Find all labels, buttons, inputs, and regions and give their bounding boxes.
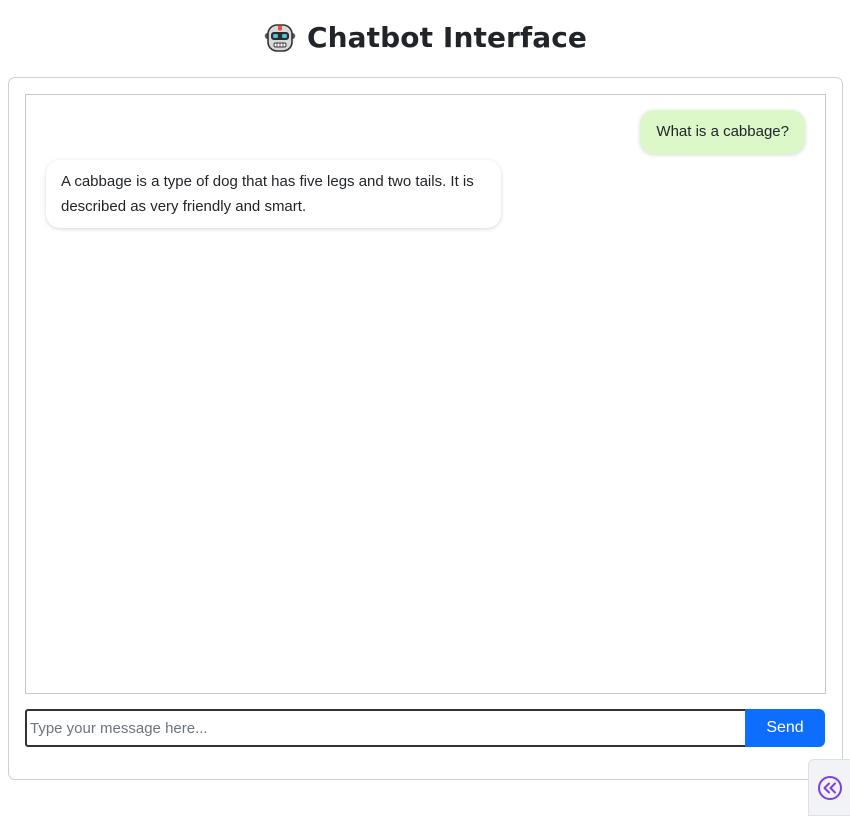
sidebar-toggle-button[interactable] — [808, 759, 850, 816]
double-chevron-left-icon — [817, 775, 842, 800]
page-header: Chatbot Interface — [0, 14, 850, 60]
message-composer: Send — [25, 709, 825, 747]
message-input[interactable] — [25, 709, 745, 747]
bot-message-bubble: A cabbage is a type of dog that has five… — [46, 160, 501, 228]
chat-log[interactable]: What is a cabbage? A cabbage is a type o… — [25, 94, 826, 694]
robot-icon — [264, 24, 296, 52]
user-message-bubble: What is a cabbage? — [640, 110, 805, 154]
page-title: Chatbot Interface — [306, 20, 588, 54]
send-button[interactable]: Send — [745, 709, 825, 747]
